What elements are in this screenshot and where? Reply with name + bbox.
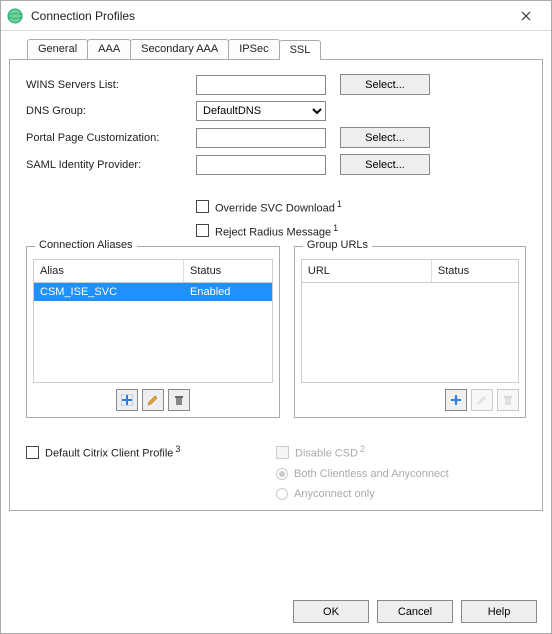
disable-csd-label: Disable CSD2 [295,444,365,460]
override-svc-checkbox[interactable] [196,200,209,213]
trash-icon [502,394,514,406]
tab-ipsec[interactable]: IPSec [228,39,279,59]
portal-label: Portal Page Customization: [26,132,196,144]
app-icon [7,8,23,24]
citrix-checkbox[interactable] [26,446,39,459]
radio-anyconnect-label: Anyconnect only [294,488,375,500]
close-button[interactable] [509,4,543,28]
radio-anyconnect [276,488,288,500]
aliases-add-button[interactable] [116,389,138,411]
tab-bar: General AAA Secondary AAA IPSec SSL [27,39,543,59]
plus-icon [450,394,462,406]
group-urls-title: Group URLs [303,239,372,251]
aliases-table-body[interactable]: CSM_ISE_SVC Enabled [33,283,273,383]
ok-button[interactable]: OK [293,600,369,623]
tab-secondary-aaa[interactable]: Secondary AAA [130,39,229,59]
portal-input[interactable] [196,128,326,148]
dialog-button-bar: OK Cancel Help [293,600,537,623]
reject-radius-label: Reject Radius Message1 [215,223,338,239]
aliases-table-header: Alias Status [33,259,273,283]
tab-aaa[interactable]: AAA [87,39,131,59]
dns-label: DNS Group: [26,105,196,117]
cancel-button[interactable]: Cancel [377,600,453,623]
aliases-delete-button[interactable] [168,389,190,411]
trash-icon [173,394,185,406]
connection-aliases-title: Connection Aliases [35,239,137,251]
radio-both-label: Both Clientless and Anyconnect [294,468,449,480]
tab-general[interactable]: General [27,39,88,59]
aliases-col-status[interactable]: Status [184,260,272,282]
saml-select-button[interactable]: Select... [340,154,430,175]
urls-col-url[interactable]: URL [302,260,432,282]
connection-aliases-panel: Connection Aliases Alias Status CSM_ISE_… [26,246,280,418]
wins-input[interactable] [196,75,326,95]
portal-select-button[interactable]: Select... [340,127,430,148]
dns-select[interactable]: DefaultDNS [196,101,326,121]
urls-col-status[interactable]: Status [432,260,518,282]
table-row[interactable]: CSM_ISE_SVC Enabled [34,283,272,301]
pencil-icon [476,394,488,406]
disable-csd-checkbox [276,446,289,459]
radio-both [276,468,288,480]
wins-select-button[interactable]: Select... [340,74,430,95]
aliases-toolbar [33,389,273,411]
urls-toolbar [301,389,519,411]
urls-add-button[interactable] [445,389,467,411]
titlebar: Connection Profiles [1,1,551,31]
group-urls-panel: Group URLs URL Status [294,246,526,418]
help-button[interactable]: Help [461,600,537,623]
pencil-icon [147,394,159,406]
ssl-tab-content: WINS Servers List: Select... DNS Group: … [9,59,543,511]
reject-radius-checkbox[interactable] [196,224,209,237]
citrix-label: Default Citrix Client Profile3 [45,444,180,460]
saml-input[interactable] [196,155,326,175]
urls-edit-button[interactable] [471,389,493,411]
tab-ssl[interactable]: SSL [279,40,322,60]
connection-profiles-dialog: Connection Profiles General AAA Secondar… [0,0,552,634]
aliases-col-alias[interactable]: Alias [34,260,184,282]
aliases-edit-button[interactable] [142,389,164,411]
window-title: Connection Profiles [31,9,509,23]
urls-table-header: URL Status [301,259,519,283]
urls-delete-button[interactable] [497,389,519,411]
override-svc-label: Override SVC Download1 [215,199,342,215]
plus-icon [121,394,133,406]
saml-label: SAML Identity Provider: [26,159,196,171]
urls-table-body[interactable] [301,283,519,383]
close-icon [521,11,531,21]
wins-label: WINS Servers List: [26,79,196,91]
